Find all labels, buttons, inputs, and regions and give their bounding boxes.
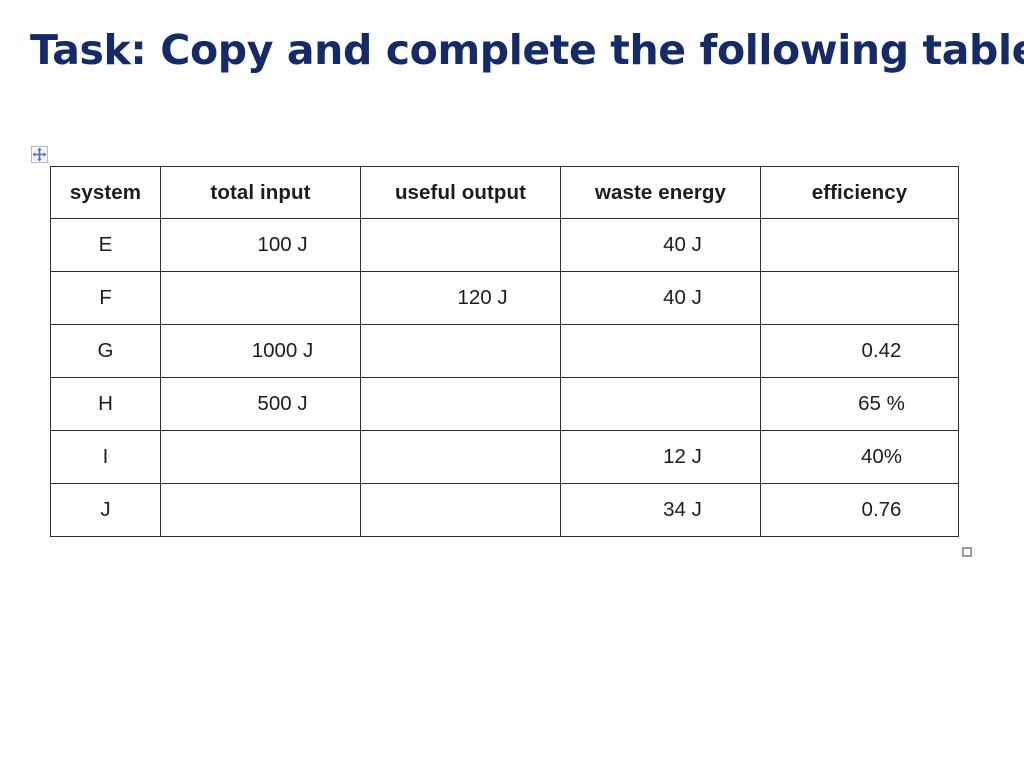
table-row: G 1000 J 0.42	[50, 324, 959, 378]
cell-system: I	[50, 430, 161, 484]
cell-total-input[interactable]	[160, 430, 361, 484]
column-header-system: system	[50, 166, 161, 219]
cell-system: J	[50, 483, 161, 537]
resize-square-icon[interactable]	[962, 547, 972, 557]
table-row: F 120 J 40 J	[50, 271, 959, 325]
cell-efficiency[interactable]	[760, 218, 959, 272]
table-row: J 34 J 0.76	[50, 483, 959, 537]
move-four-arrows-icon[interactable]	[31, 146, 48, 163]
cell-useful-output[interactable]	[360, 324, 561, 378]
column-header-useful-output: useful output	[360, 166, 561, 219]
cell-total-input[interactable]: 1000 J	[160, 324, 361, 378]
cell-waste-energy[interactable]	[560, 377, 761, 431]
cell-useful-output[interactable]	[360, 218, 561, 272]
table-row: E 100 J 40 J	[50, 218, 959, 272]
column-header-efficiency: efficiency	[760, 166, 959, 219]
cell-useful-output[interactable]	[360, 483, 561, 537]
cell-system: H	[50, 377, 161, 431]
cell-efficiency[interactable]: 65 %	[760, 377, 959, 431]
cell-total-input[interactable]	[160, 483, 361, 537]
cell-efficiency[interactable]: 40%	[760, 430, 959, 484]
page-title: Task: Copy and complete the following ta…	[30, 26, 1024, 74]
cell-efficiency[interactable]: 0.76	[760, 483, 959, 537]
cell-waste-energy[interactable]: 40 J	[560, 218, 761, 272]
cell-waste-energy[interactable]: 34 J	[560, 483, 761, 537]
cell-efficiency[interactable]	[760, 271, 959, 325]
cell-useful-output[interactable]	[360, 377, 561, 431]
cell-system: E	[50, 218, 161, 272]
page-title-text: Task: Copy and complete the following ta…	[30, 26, 1024, 74]
cell-waste-energy[interactable]	[560, 324, 761, 378]
column-header-total-input: total input	[160, 166, 361, 219]
table-row: H 500 J 65 %	[50, 377, 959, 431]
cell-system: G	[50, 324, 161, 378]
cell-useful-output[interactable]: 120 J	[360, 271, 561, 325]
cell-waste-energy[interactable]: 12 J	[560, 430, 761, 484]
cell-total-input[interactable]: 100 J	[160, 218, 361, 272]
energy-efficiency-table: system total input useful output waste e…	[50, 166, 959, 537]
table-header-row: system total input useful output waste e…	[50, 166, 959, 219]
cell-total-input[interactable]: 500 J	[160, 377, 361, 431]
column-header-waste-energy: waste energy	[560, 166, 761, 219]
cell-efficiency[interactable]: 0.42	[760, 324, 959, 378]
table-row: I 12 J 40%	[50, 430, 959, 484]
cell-total-input[interactable]	[160, 271, 361, 325]
cell-system: F	[50, 271, 161, 325]
cell-useful-output[interactable]	[360, 430, 561, 484]
cell-waste-energy[interactable]: 40 J	[560, 271, 761, 325]
table-container: system total input useful output waste e…	[31, 146, 972, 557]
